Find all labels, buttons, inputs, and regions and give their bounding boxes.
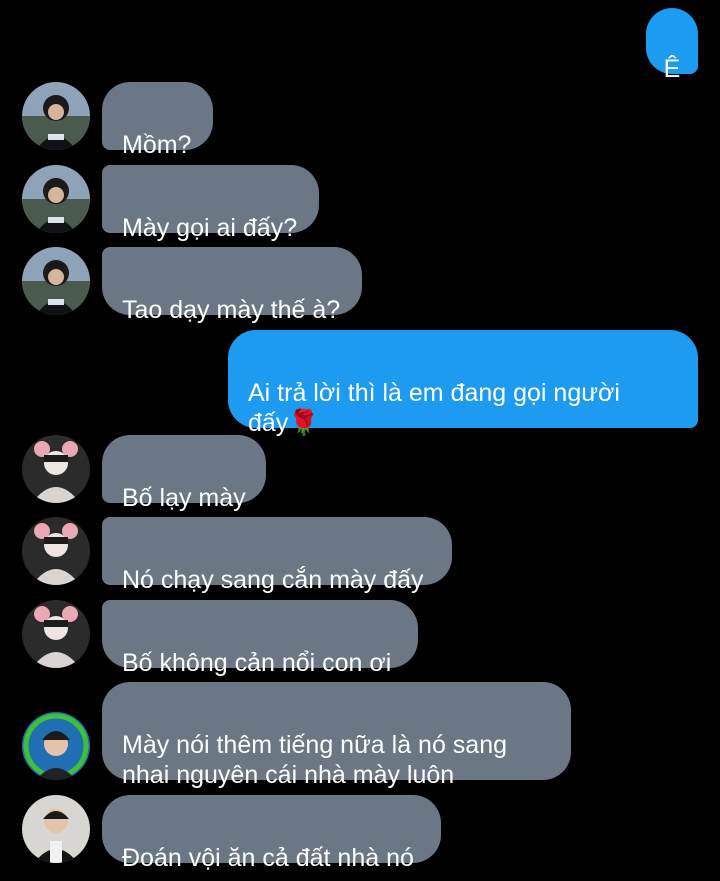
incoming-message-bubble[interactable]: Bố không cản nổi con ơi: [102, 600, 418, 677]
incoming-message-bubble[interactable]: Đoán vội ăn cả đất nhà nó: [102, 795, 441, 872]
sender-avatar-photo[interactable]: [22, 795, 90, 863]
message-text: Bố lạy mày: [122, 484, 246, 512]
chat-thread: Ê Mồm? Mày gọi ai đấy? Tao dạy mày thế à…: [0, 0, 720, 881]
sender-avatar-photo[interactable]: [22, 517, 90, 585]
message-text: Mày nói thêm tiếng nữa là nó sang nhai n…: [122, 731, 508, 789]
sender-avatar-photo[interactable]: [22, 82, 90, 150]
message-text: Tao dạy mày thế à?: [122, 296, 341, 324]
incoming-message-bubble[interactable]: Mày gọi ai đấy?: [102, 165, 319, 242]
incoming-message-bubble[interactable]: Bố lạy mày: [102, 435, 266, 512]
message-text: Bố không cản nổi con ơi: [122, 649, 392, 677]
incoming-message-bubble[interactable]: Mồm?: [102, 82, 213, 159]
incoming-message-bubble[interactable]: Mày nói thêm tiếng nữa là nó sang nhai n…: [102, 682, 571, 789]
message-text: Mồm?: [122, 131, 192, 159]
message-text: Đoán vội ăn cả đất nhà nó: [122, 844, 414, 872]
message-text: Mày gọi ai đấy?: [122, 214, 298, 242]
incoming-message-bubble[interactable]: Tao dạy mày thế à?: [102, 247, 362, 324]
message-text: Nó chạy sang cắn mày đấy: [122, 566, 424, 594]
message-text: Ê: [663, 55, 681, 83]
outgoing-message-bubble[interactable]: Ai trả lời thì là em đang gọi người đấy🌹: [228, 330, 698, 437]
rose-emoji-icon: 🌹: [288, 409, 320, 437]
sender-avatar-photo[interactable]: [22, 712, 90, 780]
incoming-message-bubble[interactable]: Nó chạy sang cắn mày đấy: [102, 517, 452, 594]
outgoing-message-bubble[interactable]: Ê: [646, 8, 698, 83]
sender-avatar-photo[interactable]: [22, 165, 90, 233]
sender-avatar-photo[interactable]: [22, 600, 90, 668]
sender-avatar-photo[interactable]: [22, 435, 90, 503]
sender-avatar-photo[interactable]: [22, 247, 90, 315]
